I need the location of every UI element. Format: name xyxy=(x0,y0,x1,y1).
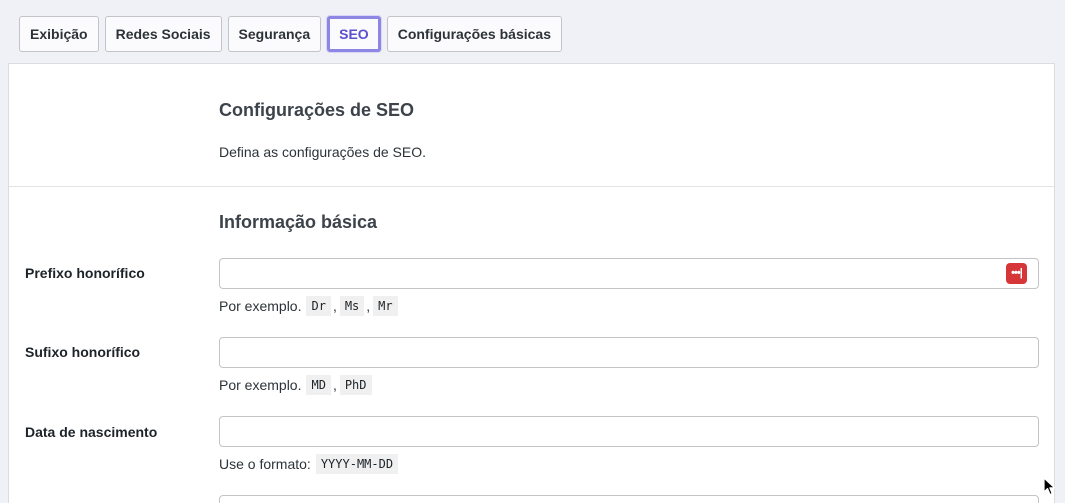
example-code: Ms xyxy=(339,296,365,316)
example-code: Dr xyxy=(306,296,331,316)
password-manager-icon[interactable]: •••| xyxy=(1006,263,1027,284)
seo-settings-panel: Configurações de SEO Defina as configura… xyxy=(8,63,1055,503)
tab-configuracoes-basicas[interactable]: Configurações básicas xyxy=(386,16,562,52)
prefix-input[interactable]: •••| xyxy=(219,258,1039,289)
suffix-label: Sufixo honorífico xyxy=(25,344,141,360)
suffix-input[interactable] xyxy=(219,337,1039,368)
prefix-hint-text: Por exemplo. xyxy=(219,298,302,314)
birthdate-hint-text: Use o formato: xyxy=(219,456,311,472)
section-title-basic-info: Informação básica xyxy=(219,212,378,232)
settings-tabs: Exibição Redes Sociais Segurança SEO Con… xyxy=(19,16,562,52)
example-code: Mr xyxy=(373,296,398,316)
tab-redes-sociais[interactable]: Redes Sociais xyxy=(104,16,222,52)
tab-seguranca[interactable]: Segurança xyxy=(227,16,322,52)
suffix-hint-text: Por exemplo. xyxy=(219,377,302,393)
birthdate-label: Data de nascimento xyxy=(25,424,158,440)
panel-header: Configurações de SEO Defina as configura… xyxy=(9,64,1054,187)
tab-seo[interactable]: SEO xyxy=(327,16,381,52)
birthdate-hint: Use o formato: YYYY-MM-DD xyxy=(219,454,399,474)
mouse-cursor-icon xyxy=(1043,477,1056,496)
tab-exibicao[interactable]: Exibição xyxy=(19,16,99,52)
prefix-label: Prefixo honorífico xyxy=(25,265,145,281)
example-code: MD xyxy=(306,375,331,395)
next-field-input[interactable] xyxy=(219,495,1039,503)
suffix-hint: Por exemplo. MD, PhD xyxy=(219,375,373,395)
birthdate-input[interactable] xyxy=(219,416,1039,447)
prefix-hint: Por exemplo. Dr, Ms, Mr xyxy=(219,296,399,316)
page-description: Defina as configurações de SEO. xyxy=(219,144,427,160)
page-title: Configurações de SEO xyxy=(219,100,415,120)
example-code: PhD xyxy=(339,375,372,395)
format-code: YYYY-MM-DD xyxy=(315,454,399,474)
